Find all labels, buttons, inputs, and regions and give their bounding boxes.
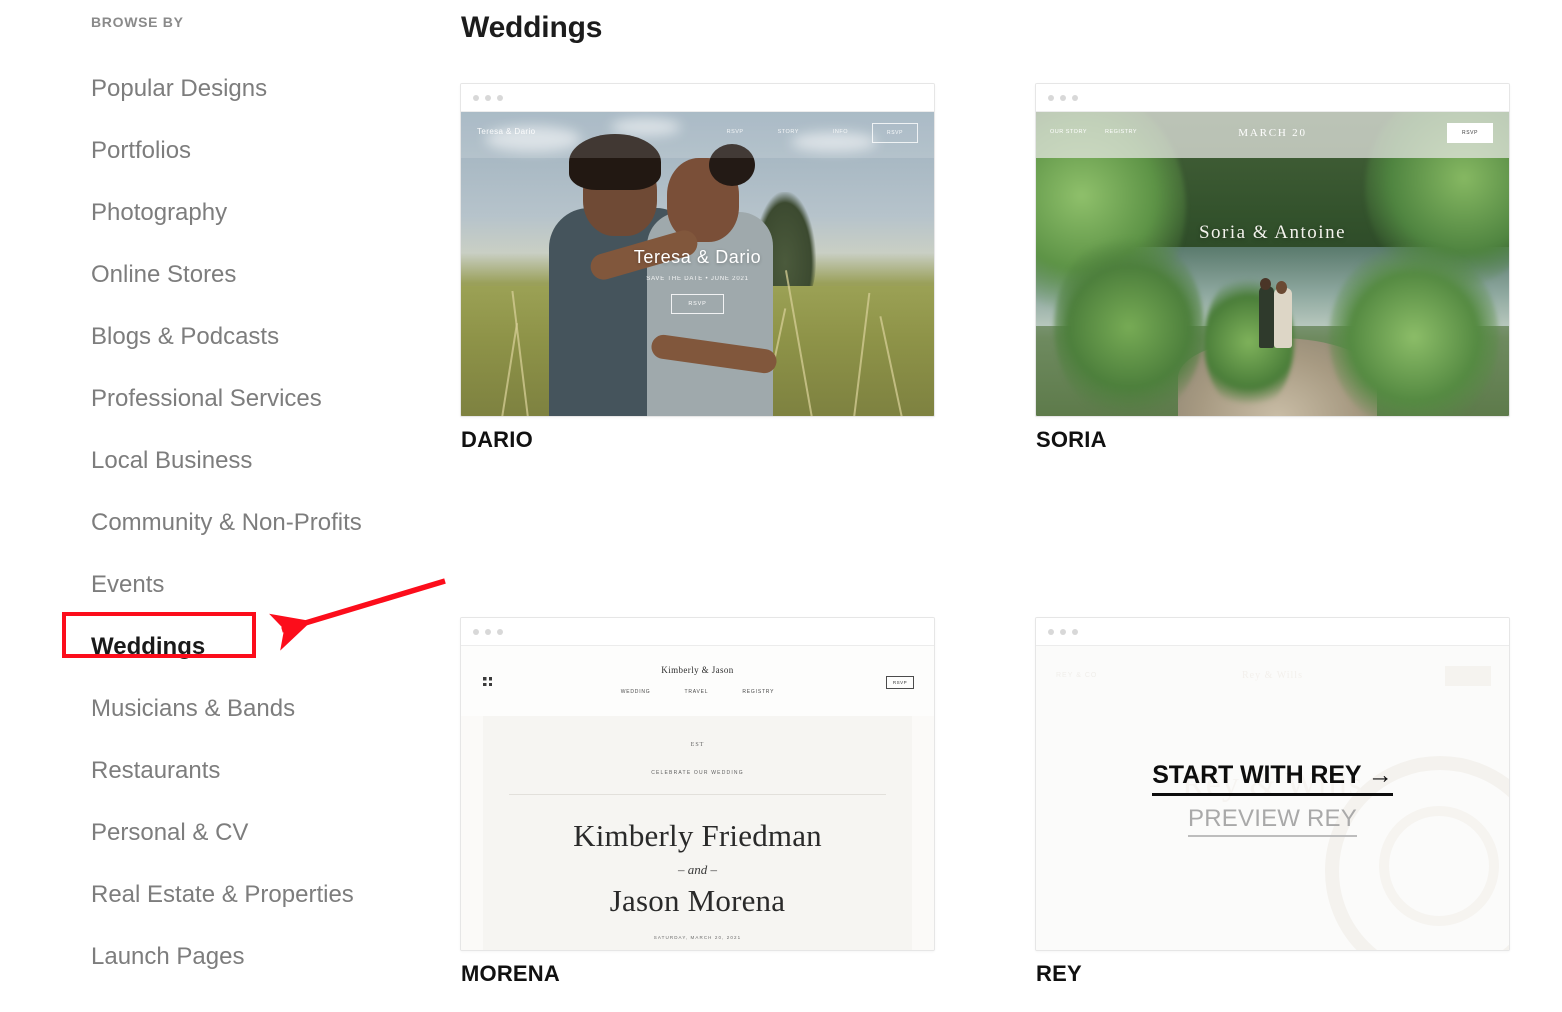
preview-name-first: Kimberly Friedman <box>573 818 822 853</box>
template-card-morena[interactable]: Kimberly & Jason WEDDING TRAVEL REGISTRY… <box>460 617 935 986</box>
preview-nav-item[interactable]: INFO <box>833 129 848 135</box>
template-card-rey[interactable]: REY & CO Rey & Wills Rey & Wills START W… <box>1035 617 1510 986</box>
morena-hero-panel: EST CELEBRATE OUR WEDDING Kimberly Fried… <box>483 716 912 950</box>
browser-dot-icon <box>1048 95 1054 101</box>
sidebar: BROWSE BY Popular Designs Portfolios Pho… <box>0 0 446 1012</box>
preview-name-second: Jason Morena <box>609 883 786 918</box>
template-name-soria: SORIA <box>1036 427 1107 452</box>
preview-hero: Teresa & Dario SAVE THE DATE • JUNE 2021… <box>461 247 934 314</box>
browser-dot-icon <box>473 629 479 635</box>
preview-viewport: REY & CO Rey & Wills Rey & Wills START W… <box>1036 646 1509 950</box>
browser-dot-icon <box>473 95 479 101</box>
browser-dot-icon <box>497 95 503 101</box>
start-with-template-button[interactable]: START WITH REY → <box>1152 761 1393 796</box>
page-title: Weddings <box>461 11 603 44</box>
preview-rsvp-button[interactable]: RSVP <box>886 676 914 689</box>
browser-dot-icon <box>1072 95 1078 101</box>
browser-dot-icon <box>1060 629 1066 635</box>
preview-hero-names: Soria & Antoine <box>1198 222 1347 244</box>
sidebar-item-weddings[interactable]: Weddings <box>91 616 431 678</box>
preview-nav-item[interactable]: STORY <box>778 129 799 135</box>
preview-nav-item[interactable]: WEDDING <box>621 689 651 695</box>
sidebar-item-professional-services[interactable]: Professional Services <box>91 368 431 430</box>
preview-nav: RSVP STORY INFO <box>727 129 848 135</box>
preview-viewport: OUR STORY REGISTRY MARCH 20 RSVP Soria &… <box>1036 112 1509 416</box>
browser-dot-icon <box>1072 629 1078 635</box>
preview-viewport: Kimberly & Jason WEDDING TRAVEL REGISTRY… <box>461 646 934 950</box>
sidebar-item-personal-cv[interactable]: Personal & CV <box>91 802 431 864</box>
sidebar-item-photography[interactable]: Photography <box>91 182 431 244</box>
preview-hero-subtitle: SAVE THE DATE • JUNE 2021 <box>646 275 749 282</box>
browser-dot-icon <box>485 95 491 101</box>
sidebar-item-launch-pages[interactable]: Launch Pages <box>91 926 431 988</box>
preview-hero-button[interactable]: RSVP <box>671 293 724 314</box>
browser-dot-icon <box>1060 95 1066 101</box>
browser-dot-icon <box>485 629 491 635</box>
dario-photo: Teresa & Dario RSVP STORY INFO RSVP Tere… <box>461 112 934 416</box>
preview-template-button[interactable]: PREVIEW REY <box>1188 805 1357 837</box>
browser-chrome <box>461 84 934 112</box>
hover-action-overlay: START WITH REY → PREVIEW REY <box>1036 646 1509 950</box>
template-name-morena: MORENA <box>461 961 560 986</box>
browser-chrome <box>1036 618 1509 646</box>
browser-dot-icon <box>1048 629 1054 635</box>
preview-site-header: Teresa & Dario RSVP STORY INFO RSVP <box>461 112 934 158</box>
sidebar-item-local-business[interactable]: Local Business <box>91 430 431 492</box>
template-preview-dario[interactable]: Teresa & Dario RSVP STORY INFO RSVP Tere… <box>460 83 935 417</box>
divider <box>508 794 887 795</box>
main-content: Weddings Teresa & Dario RSVP STORY INFO … <box>440 0 1562 1012</box>
sidebar-item-blogs-podcasts[interactable]: Blogs & Podcasts <box>91 306 431 368</box>
preview-nav-item[interactable]: RSVP <box>727 129 744 135</box>
sidebar-item-real-estate-properties[interactable]: Real Estate & Properties <box>91 864 431 926</box>
preview-site-header: Kimberly & Jason WEDDING TRAVEL REGISTRY… <box>461 646 934 716</box>
template-preview-rey[interactable]: REY & CO Rey & Wills Rey & Wills START W… <box>1035 617 1510 951</box>
template-card-dario[interactable]: Teresa & Dario RSVP STORY INFO RSVP Tere… <box>460 83 935 452</box>
sidebar-item-events[interactable]: Events <box>91 554 431 616</box>
preview-date: SATURDAY, MARCH 20, 2021 <box>653 935 742 940</box>
sidebar-heading: BROWSE BY <box>91 14 184 30</box>
sidebar-item-musicians-bands[interactable]: Musicians & Bands <box>91 678 431 740</box>
preview-viewport: Teresa & Dario RSVP STORY INFO RSVP Tere… <box>461 112 934 416</box>
soria-photo: OUR STORY REGISTRY MARCH 20 RSVP Soria &… <box>1036 112 1509 416</box>
preview-nav-item[interactable]: REGISTRY <box>742 689 774 695</box>
grid-menu-icon[interactable] <box>483 677 492 686</box>
preview-eyebrow: EST <box>690 742 705 748</box>
preview-rsvp-button[interactable]: RSVP <box>872 123 918 143</box>
template-name-rey: REY <box>1036 961 1082 986</box>
preview-brand: Kimberly & Jason <box>661 665 734 675</box>
preview-hero-names: Teresa & Dario <box>633 246 762 267</box>
preview-brand: Teresa & Dario <box>477 127 536 136</box>
sidebar-item-online-stores[interactable]: Online Stores <box>91 244 431 306</box>
preview-subtitle: CELEBRATE OUR WEDDING <box>651 770 744 776</box>
sidebar-item-popular-designs[interactable]: Popular Designs <box>91 58 431 120</box>
preview-nav-item[interactable]: TRAVEL <box>685 689 709 695</box>
template-browser-page: BROWSE BY Popular Designs Portfolios Pho… <box>0 0 1562 1012</box>
preview-rsvp-button[interactable]: RSVP <box>1447 123 1493 143</box>
preview-date: MARCH 20 <box>1238 127 1307 139</box>
preview-nav: WEDDING TRAVEL REGISTRY <box>461 689 934 695</box>
sidebar-nav-list: Popular Designs Portfolios Photography O… <box>91 58 431 988</box>
rey-layout: REY & CO Rey & Wills Rey & Wills START W… <box>1036 646 1509 950</box>
browser-dot-icon <box>497 629 503 635</box>
template-name-dario: DARIO <box>461 427 533 452</box>
browser-chrome <box>461 618 934 646</box>
sidebar-item-restaurants[interactable]: Restaurants <box>91 740 431 802</box>
template-card-soria[interactable]: OUR STORY REGISTRY MARCH 20 RSVP Soria &… <box>1035 83 1510 452</box>
morena-layout: Kimberly & Jason WEDDING TRAVEL REGISTRY… <box>461 646 934 950</box>
preview-and: – and – <box>678 862 717 877</box>
sidebar-item-community-non-profits[interactable]: Community & Non-Profits <box>91 492 431 554</box>
template-preview-morena[interactable]: Kimberly & Jason WEDDING TRAVEL REGISTRY… <box>460 617 935 951</box>
sidebar-item-portfolios[interactable]: Portfolios <box>91 120 431 182</box>
template-preview-soria[interactable]: OUR STORY REGISTRY MARCH 20 RSVP Soria &… <box>1035 83 1510 417</box>
browser-chrome <box>1036 84 1509 112</box>
